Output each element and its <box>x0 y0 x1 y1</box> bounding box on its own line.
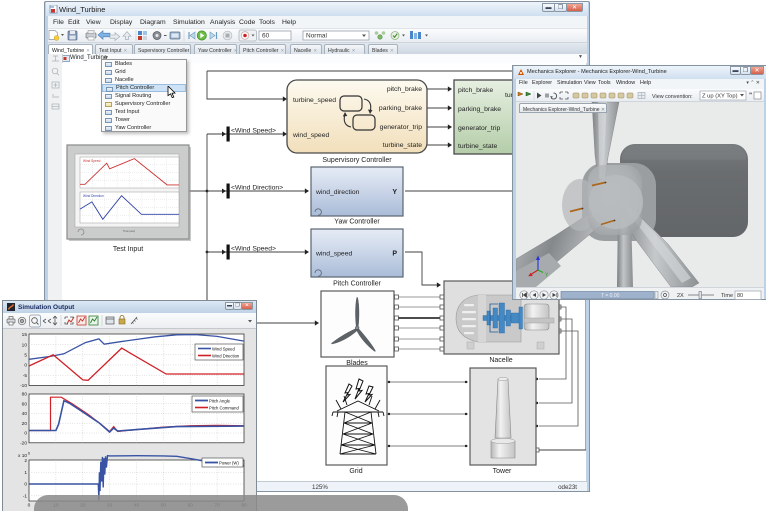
svg-text:Power (W): Power (W) <box>219 460 239 465</box>
svg-text:Pitch Command: Pitch Command <box>209 405 239 410</box>
svg-text:pitch_brake: pitch_brake <box>387 86 422 93</box>
svg-text:generator_trip: generator_trip <box>458 125 501 132</box>
svg-text:0: 0 <box>24 363 27 369</box>
svg-text:<Wind Speed>: <Wind Speed> <box>231 128 276 135</box>
svg-text:parking_brake: parking_brake <box>379 105 422 112</box>
svg-text:P: P <box>392 251 397 258</box>
svg-text:turbine_state: turbine_state <box>383 142 423 149</box>
svg-text:wind_direction: wind_direction <box>315 189 360 196</box>
svg-text:-5: -5 <box>23 373 28 379</box>
svg-text:5: 5 <box>24 353 27 359</box>
svg-text:Y: Y <box>392 189 397 196</box>
svg-text:Wind Direction: Wind Direction <box>83 194 104 198</box>
svg-text:6: 6 <box>28 452 30 456</box>
svg-text:-20: -20 <box>20 441 27 447</box>
svg-text:parking_brake: parking_brake <box>458 106 501 113</box>
svg-text:turbine_state: turbine_state <box>458 143 498 150</box>
svg-text:Z up (XY Top): Z up (XY Top) <box>702 94 738 100</box>
svg-text:turbine_speed: turbine_speed <box>293 97 336 104</box>
svg-text:Grid: Grid <box>349 468 362 475</box>
svg-text:Pitch Controller: Pitch Controller <box>333 281 382 288</box>
svg-text:View convention:: View convention: <box>652 94 693 100</box>
svg-text:Tower: Tower <box>493 468 512 475</box>
svg-text:60: 60 <box>22 401 28 407</box>
svg-text:-10: -10 <box>20 383 27 389</box>
svg-text:40: 40 <box>22 411 28 417</box>
svg-text:10: 10 <box>22 342 28 348</box>
svg-text:0: 0 <box>24 431 27 437</box>
svg-text:Nacelle: Nacelle <box>489 357 512 364</box>
svg-text:wind_speed: wind_speed <box>292 132 329 139</box>
svg-text:0: 0 <box>28 503 31 509</box>
svg-text:Wind Direction: Wind Direction <box>212 353 240 358</box>
svg-text:1: 1 <box>24 470 27 476</box>
svg-text:Wind Speed: Wind Speed <box>212 346 235 351</box>
svg-text:Time (sec): Time (sec) <box>123 229 135 233</box>
svg-text:60: 60 <box>262 33 270 40</box>
svg-text:2X: 2X <box>677 293 684 299</box>
svg-text:Normal: Normal <box>306 33 328 40</box>
svg-text:Time: Time <box>721 293 733 299</box>
svg-text:-1: -1 <box>23 494 28 500</box>
svg-text:❞: ❞ <box>749 92 752 99</box>
svg-text:20: 20 <box>22 421 28 427</box>
svg-text:15: 15 <box>22 332 28 338</box>
svg-text:Yaw Controller: Yaw Controller <box>334 219 380 226</box>
svg-text:<Wind Direction>: <Wind Direction> <box>231 185 283 192</box>
svg-text:Supervisory Controller: Supervisory Controller <box>322 157 392 164</box>
svg-text:2: 2 <box>24 458 27 464</box>
svg-text:Wind Speed: Wind Speed <box>83 159 101 163</box>
svg-text:generator_trip: generator_trip <box>380 124 423 131</box>
svg-text:0: 0 <box>24 482 27 488</box>
svg-text:Test Input: Test Input <box>113 246 143 253</box>
svg-text:T = 0.00: T = 0.00 <box>601 293 620 299</box>
svg-text:80: 80 <box>22 392 28 398</box>
svg-text:Pitch Angle: Pitch Angle <box>209 398 231 403</box>
svg-text:80: 80 <box>737 293 743 299</box>
svg-text:wind_speed: wind_speed <box>315 251 352 258</box>
svg-text:pitch_brake: pitch_brake <box>458 87 493 94</box>
svg-text:x 10: x 10 <box>18 453 27 459</box>
svg-text:<Wind Speed>: <Wind Speed> <box>231 246 276 253</box>
